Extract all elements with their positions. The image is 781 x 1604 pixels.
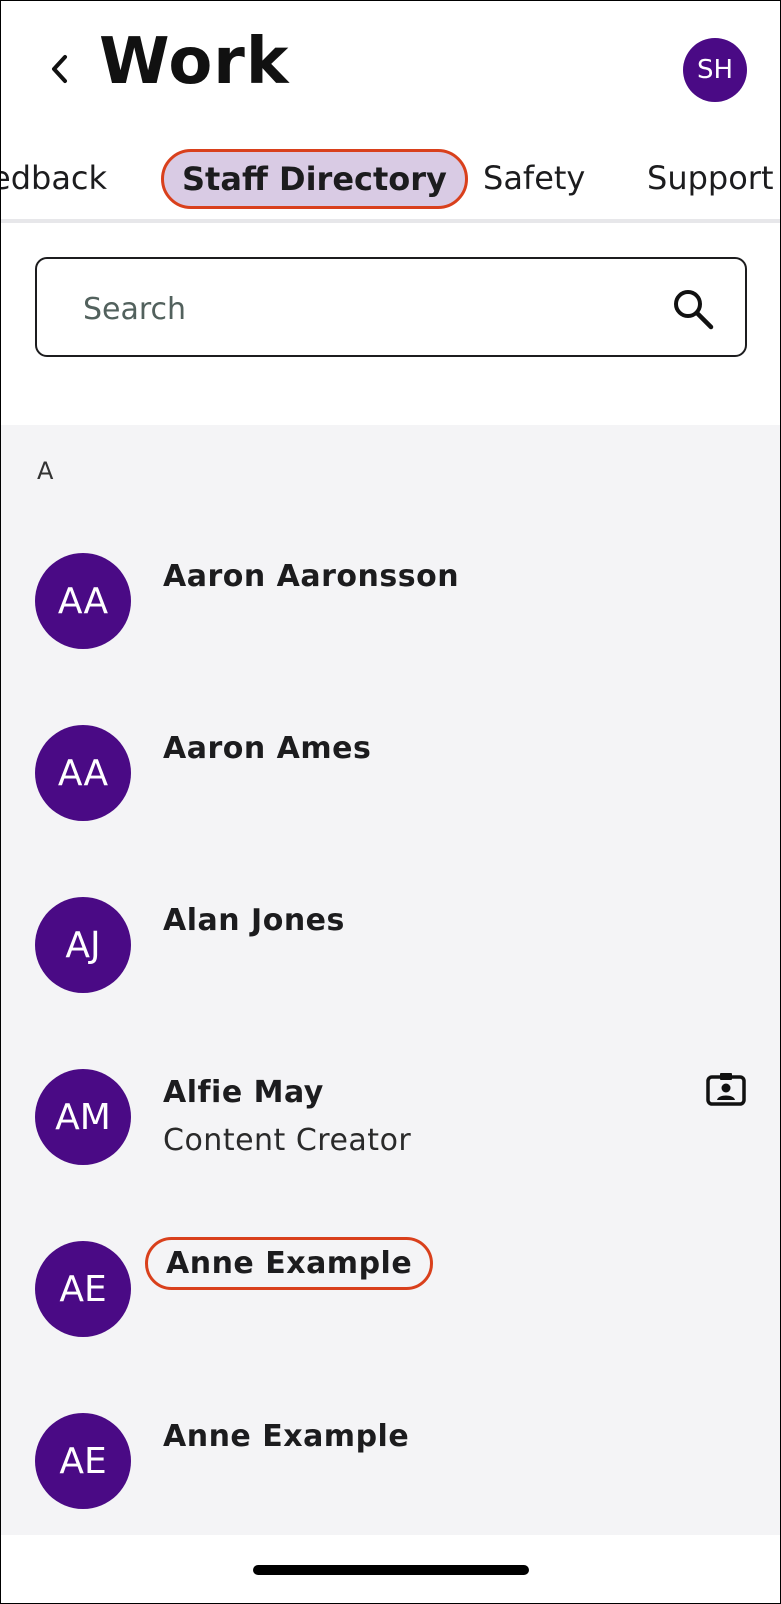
- person-name: Aaron Aaronsson: [163, 559, 460, 594]
- staff-list: A AA Aaron Aaronsson AA Aaron Ames AJ Al…: [1, 425, 780, 1535]
- tab-feedback[interactable]: edback: [1, 153, 107, 203]
- search-icon[interactable]: [671, 287, 715, 331]
- person-name: Anne Example: [145, 1237, 434, 1290]
- avatar: AA: [35, 725, 131, 821]
- bottom-safe-area: [1, 1535, 780, 1603]
- avatar: AA: [35, 553, 131, 649]
- tab-safety[interactable]: Safety: [483, 153, 585, 203]
- home-indicator[interactable]: [253, 1565, 529, 1575]
- list-item[interactable]: AA Aaron Aaronsson: [1, 553, 780, 729]
- user-avatar[interactable]: SH: [683, 38, 747, 102]
- contact-badge-icon[interactable]: [705, 1071, 747, 1107]
- search-input[interactable]: [81, 281, 645, 337]
- avatar: AJ: [35, 897, 131, 993]
- tab-support[interactable]: Support: [647, 153, 774, 203]
- avatar: AE: [35, 1241, 131, 1337]
- person-name: Anne Example: [163, 1419, 410, 1454]
- list-item[interactable]: AM Alfie May Content Creator: [1, 1069, 780, 1245]
- tab-bar: edback Staff Directory Safety Support: [1, 141, 780, 221]
- app-screen: Work SH edback Staff Directory Safety Su…: [0, 0, 781, 1604]
- page-title: Work: [99, 25, 290, 99]
- header: Work SH: [1, 1, 780, 141]
- person-name: Alan Jones: [163, 903, 345, 938]
- person-name: Aaron Ames: [163, 731, 372, 766]
- avatar: AM: [35, 1069, 131, 1165]
- person-role: Content Creator: [163, 1123, 412, 1158]
- list-item[interactable]: AA Aaron Ames: [1, 725, 780, 901]
- tab-staff-directory[interactable]: Staff Directory: [161, 149, 468, 209]
- search-box: [35, 257, 747, 357]
- avatar: AE: [35, 1413, 131, 1509]
- section-header: A: [37, 457, 54, 485]
- list-item[interactable]: AJ Alan Jones: [1, 897, 780, 1073]
- chevron-left-icon[interactable]: [45, 51, 75, 87]
- person-name: Alfie May: [163, 1075, 324, 1110]
- list-item[interactable]: AE Anne Example: [1, 1237, 780, 1417]
- tab-divider: [1, 219, 780, 223]
